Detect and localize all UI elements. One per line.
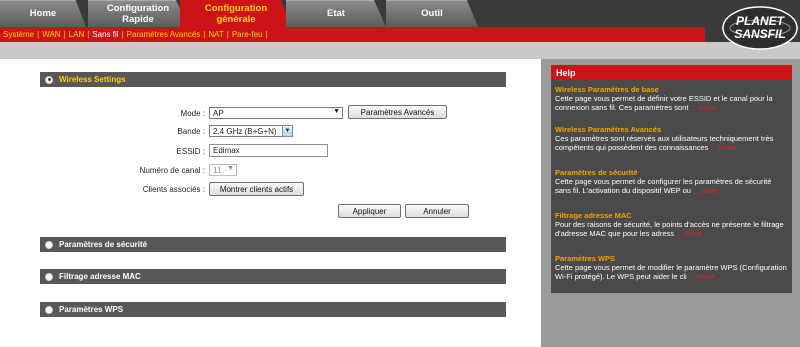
radio-icon [45,305,53,314]
channel-value: 11 [213,165,222,175]
clients-label: Clients associés : [142,185,205,194]
help-heading: Paramètres de sécurité [555,168,638,177]
header-band [0,42,800,59]
more-link[interactable]: ....more [676,229,701,238]
band-label: Bande : [177,127,205,136]
subnav-pare-feu[interactable]: Pare-feu [232,30,263,39]
subnav-separator: | [63,30,66,39]
logo-text-line2: SANSFIL [734,27,785,41]
section-security-settings[interactable]: Paramètres de sécurité [40,237,506,252]
help-item-security: Paramètres de sécurité Cette page vous p… [555,168,789,195]
essid-label: ESSID : [176,147,205,156]
more-link[interactable]: ....more [689,272,714,281]
subnav-sans-fil[interactable]: Sans fil [92,30,118,39]
more-link[interactable]: ....more [693,186,718,195]
subnav-separator: | [265,30,268,39]
section-title: Wireless Settings [59,75,126,84]
apply-button[interactable]: Appliquer [338,204,401,218]
help-text: Cette page vous permet de configurer les… [555,177,772,195]
sub-navigation: Système | WAN | LAN | Sans fil | Paramètres … [0,27,705,42]
subnav-separator: | [203,30,206,39]
main-panel: Wireless Settings Mode : AP ▼ Paramètres… [0,59,541,347]
channel-label: Numéro de canal : [139,166,205,175]
tab-outil[interactable]: Outil [386,0,478,27]
subnav-separator: | [226,30,229,39]
tab-label-line1: Configuration [106,2,170,14]
subnav-lan[interactable]: LAN [69,30,85,39]
subnav-parametres-avances[interactable]: Paramètres Avancés [127,30,201,39]
tab-label-line2: générale [216,13,256,25]
radio-icon [45,75,53,84]
help-text: Cette page vous permet de définir votre … [555,94,773,112]
tab-home-label: Home [29,8,57,19]
more-link[interactable]: ....more [690,103,715,112]
help-item-wireless-basic: Wireless Paramètres de base Cette page v… [555,85,789,112]
essid-input[interactable]: Edimax [209,144,328,157]
section-title: Filtrage adresse MAC [59,272,141,281]
section-wireless-settings[interactable]: Wireless Settings [40,72,506,87]
help-text: Pour des raisons de sécurité, le points … [555,220,784,238]
tab-configuration-generale[interactable]: Configuration générale [180,0,292,27]
subnav-nat[interactable]: NAT [208,30,223,39]
tab-home[interactable]: Home [0,0,86,27]
planet-sansfil-logo: PLANET SANSFIL [720,4,800,52]
help-heading: Wireless Paramètres Avancés [555,125,662,134]
help-heading: Paramètres WPS [555,254,616,263]
tab-label-line1: Configuration [204,2,268,14]
section-title: Paramètres de sécurité [59,240,148,249]
band-value: 2.4 GHz (B+G+N) [213,126,277,136]
mode-value: AP [213,108,224,118]
mode-select[interactable]: AP ▼ [209,107,343,119]
dropdown-arrow-icon: ▼ [282,125,293,137]
tab-label-line2: Rapide [122,13,154,25]
subnav-wan[interactable]: WAN [42,30,60,39]
subnav-systeme[interactable]: Système [3,30,34,39]
help-item-wps: Paramètres WPS Cette page vous permet de… [555,254,789,281]
subnav-separator: | [37,30,40,39]
help-panel: Help Wireless Paramètres de base Cette p… [551,65,792,293]
band-select[interactable]: 2.4 GHz (B+G+N) ▼ [209,125,293,137]
help-heading: Filtrage adresse MAC [555,211,632,220]
dropdown-arrow-icon: ▼ [227,165,234,172]
section-mac-filtering[interactable]: Filtrage adresse MAC [40,269,506,284]
dropdown-arrow-icon: ▼ [333,108,340,115]
logo-text-line1: PLANET [736,14,786,28]
help-text: Ces paramètres sont réservés aux utilisa… [555,134,774,152]
subnav-separator: | [87,30,90,39]
radio-icon [45,240,53,249]
mode-label: Mode : [180,109,205,118]
help-text: Cette page vous permet de modifier le pa… [555,263,787,281]
show-active-clients-button[interactable]: Montrer clients actifs [209,182,304,196]
help-item-mac-filtering: Filtrage adresse MAC Pour des raisons de… [555,211,789,238]
advanced-settings-button[interactable]: Paramètres Avancés [348,105,447,119]
more-link[interactable]: ....more [711,143,736,152]
subnav-separator: | [121,30,124,39]
section-title: Paramètres WPS [59,305,124,314]
tab-outil-label: Outil [421,8,443,19]
help-item-wireless-advanced: Wireless Paramètres Avancés Ces paramètr… [555,125,789,152]
help-heading: Wireless Paramètres de base [555,85,659,94]
channel-select[interactable]: 11 ▼ [209,164,237,176]
help-title: Help [551,65,792,80]
top-navigation: Home Configuration Rapide Configuration gé… [0,0,800,27]
tab-etat[interactable]: Etat [286,0,386,27]
section-wps-settings[interactable]: Paramètres WPS [40,302,506,317]
tab-etat-label: Etat [327,8,345,19]
tab-configuration-rapide[interactable]: Configuration Rapide [88,0,188,27]
radio-icon [45,272,53,281]
cancel-button[interactable]: Annuler [405,204,469,218]
